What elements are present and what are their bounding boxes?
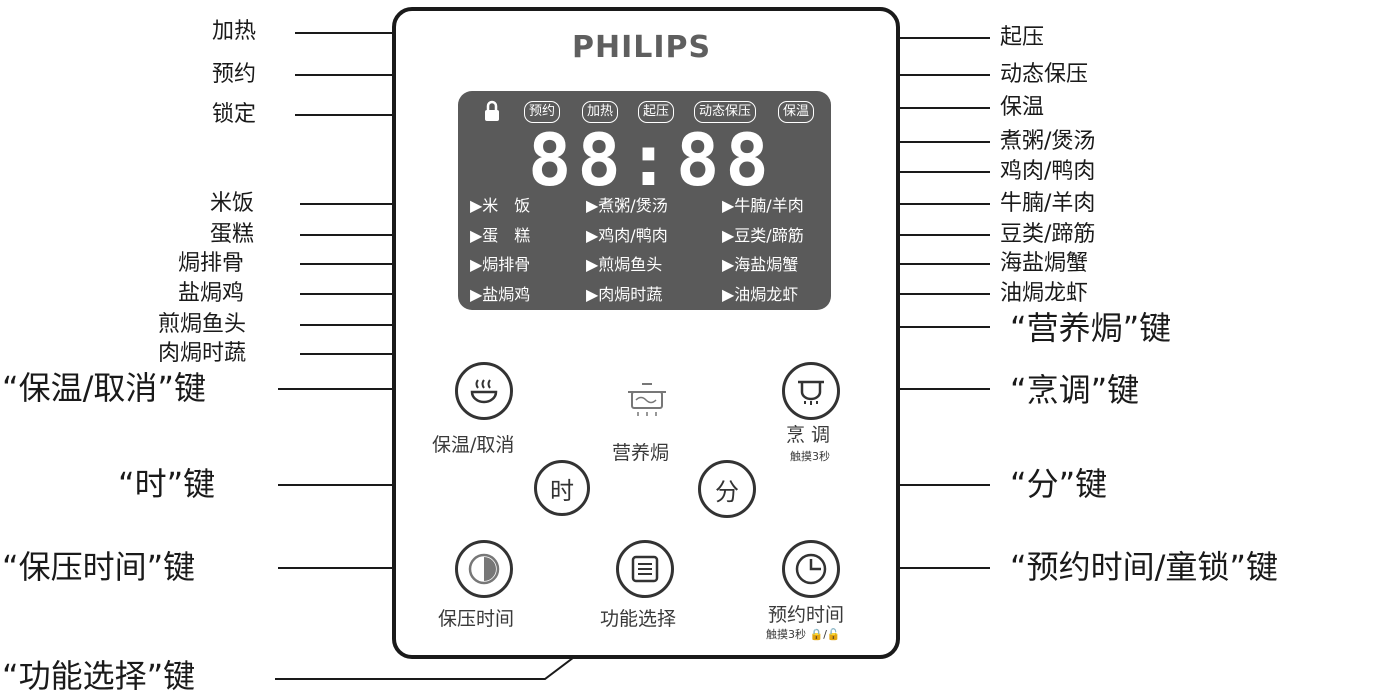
callout-poultry: 鸡肉/鸭肉 (1000, 159, 1096, 184)
callout-ribs: 焗排骨 (178, 251, 245, 276)
callout-preset: 预约 (212, 62, 257, 87)
menu-item-crab: ▶海盐焗蟹 (722, 255, 799, 274)
menu-item-fish-head: ▶煎焗鱼头 (586, 255, 663, 274)
menu-item-cake: ▶蛋 糕 (470, 226, 531, 245)
pot-flame-icon (798, 380, 824, 405)
callout-rice: 米饭 (210, 191, 255, 216)
hour-button[interactable]: 时 (534, 460, 590, 516)
callout-hour-key: “时”键 (118, 465, 216, 503)
callout-pressure-time-key: “保压时间”键 (2, 548, 196, 586)
callout-keep-warm: 保温 (1000, 95, 1045, 120)
preset-time-button[interactable] (782, 540, 840, 598)
lock-icon (485, 100, 499, 121)
keep-warm-cancel-label: 保温/取消 (432, 434, 515, 456)
list-icon (631, 555, 659, 583)
callout-dynamic-pressure: 动态保压 (1000, 62, 1089, 87)
callout-porridge: 煮粥/煲汤 (1000, 129, 1096, 154)
keep-warm-cancel-button[interactable] (455, 362, 513, 420)
function-select-label: 功能选择 (600, 608, 677, 630)
callout-lock: 锁定 (212, 102, 257, 127)
brand-logo: PHILIPS (572, 30, 712, 65)
pressure-time-button[interactable] (455, 540, 513, 598)
preset-lock-hint: 触摸3秒 🔒/🔓 (766, 628, 841, 641)
menu-item-chicken: ▶盐焗鸡 (470, 285, 531, 304)
menu-item-ribs: ▶焗排骨 (470, 255, 531, 274)
callout-function-key: “功能选择”键 (2, 657, 196, 695)
menu-item-lobster: ▶油焗龙虾 (722, 285, 799, 304)
keep-warm-indicator: 保温 (778, 101, 815, 123)
function-select-button[interactable] (616, 540, 674, 598)
clock-icon (795, 553, 827, 585)
minute-button[interactable]: 分 (698, 460, 756, 518)
callout-keep-warm-key: “保温/取消”键 (2, 369, 206, 407)
menu-item-beans: ▶豆类/蹄筋 (722, 226, 804, 245)
callout-minute-key: “分”键 (1010, 465, 1108, 503)
nutrition-bake-button[interactable] (622, 378, 672, 418)
menu-item-rice: ▶米 饭 (470, 196, 531, 215)
callout-heating: 加热 (212, 19, 257, 44)
callout-beef: 牛腩/羊肉 (1000, 191, 1096, 216)
pot-icon (628, 383, 666, 416)
callout-beans: 豆类/蹄筋 (1000, 222, 1096, 247)
callout-lobster: 油焗龙虾 (1000, 281, 1089, 306)
callout-preset-lock-key: “预约时间/童锁”键 (1010, 548, 1278, 586)
callout-cake: 蛋糕 (210, 222, 255, 247)
preset-time-label: 预约时间 (768, 604, 845, 626)
time-digits: 88:88 (528, 118, 775, 202)
cook-label: 烹 调 (786, 424, 831, 446)
callout-pressure-up: 起压 (1000, 25, 1045, 50)
menu-item-meat-veg: ▶肉焗时蔬 (586, 285, 663, 304)
callout-salt-chicken: 盐焗鸡 (178, 281, 245, 306)
callout-cook-key: “烹调”键 (1010, 371, 1140, 409)
menu-item-poultry: ▶鸡肉/鸭肉 (586, 226, 668, 245)
pressure-time-label: 保压时间 (438, 608, 515, 630)
callout-nutrition-key: “营养焗”键 (1010, 309, 1172, 347)
cook-hint: 触摸3秒 (790, 450, 830, 463)
cook-button[interactable] (782, 362, 840, 420)
callout-crab: 海盐焗蟹 (1000, 251, 1089, 276)
callout-meat-veg: 肉焗时蔬 (158, 341, 247, 366)
nutrition-bake-label: 营养焗 (612, 442, 670, 464)
callout-fish-head: 煎焗鱼头 (158, 312, 247, 337)
pie-timer-icon (468, 553, 500, 585)
steam-bowl-icon (470, 379, 498, 404)
